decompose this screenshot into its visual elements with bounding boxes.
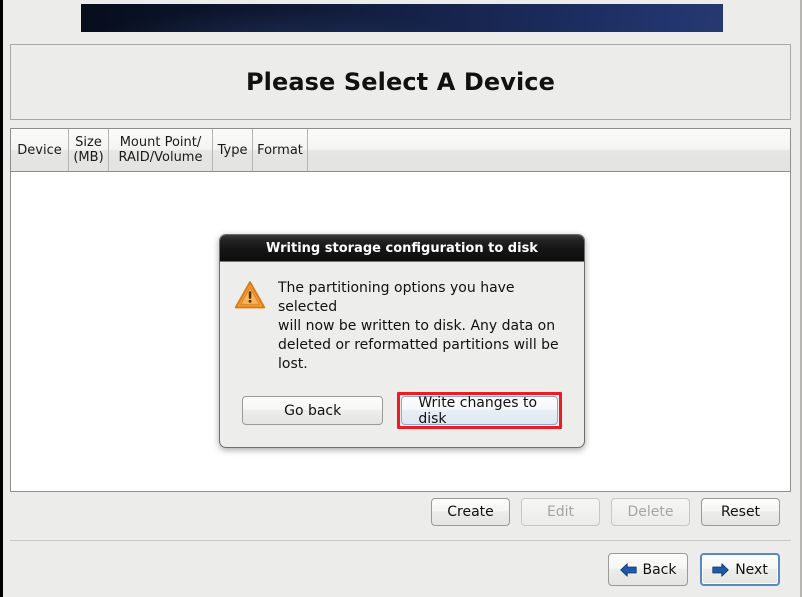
delete-button: Delete [611,498,690,526]
dialog-title: Writing storage configuration to disk [266,240,538,256]
column-header-type[interactable]: Type [213,129,253,171]
arrow-left-icon [619,562,637,577]
column-header-size[interactable]: Size (MB) [69,129,109,171]
write-changes-to-disk-button[interactable]: Write changes to disk [401,395,558,427]
edit-button: Edit [521,498,600,526]
footer-separator [10,540,791,541]
column-header-mount-point[interactable]: Mount Point/ RAID/Volume [109,129,213,171]
arrow-right-icon [712,562,729,577]
go-back-button[interactable]: Go back [242,396,384,425]
page-title: Please Select A Device [245,68,556,96]
next-button[interactable]: Next [700,553,780,586]
dialog-button-row: Go back Write changes to disk [220,374,584,447]
page-title-panel: Please Select A Device [10,44,791,120]
column-header-filler [308,129,790,171]
navigation-button-row: Back Next [0,553,791,586]
column-header-device[interactable]: Device [11,129,69,171]
back-button-label: Back [642,561,677,578]
dialog-message: The partitioning options you have select… [278,280,559,372]
column-header-format[interactable]: Format [253,129,308,171]
banner-swoosh-decoration [81,4,723,32]
device-action-button-row: Create Edit Delete Reset [0,498,791,526]
reset-button[interactable]: Reset [701,498,780,526]
dialog-body: The partitioning options you have select… [220,262,584,374]
next-button-label: Next [735,561,768,578]
dialog-titlebar: Writing storage configuration to disk [220,235,584,262]
back-button[interactable]: Back [608,553,688,586]
device-table-header-row: Device Size (MB) Mount Point/ RAID/Volum… [11,129,790,172]
write-changes-dialog: Writing storage configuration to disk Th… [219,234,585,448]
create-button[interactable]: Create [431,498,510,526]
primary-button-highlight: Write changes to disk [397,392,562,429]
warning-triangle-icon [234,281,266,309]
top-banner [81,4,723,32]
